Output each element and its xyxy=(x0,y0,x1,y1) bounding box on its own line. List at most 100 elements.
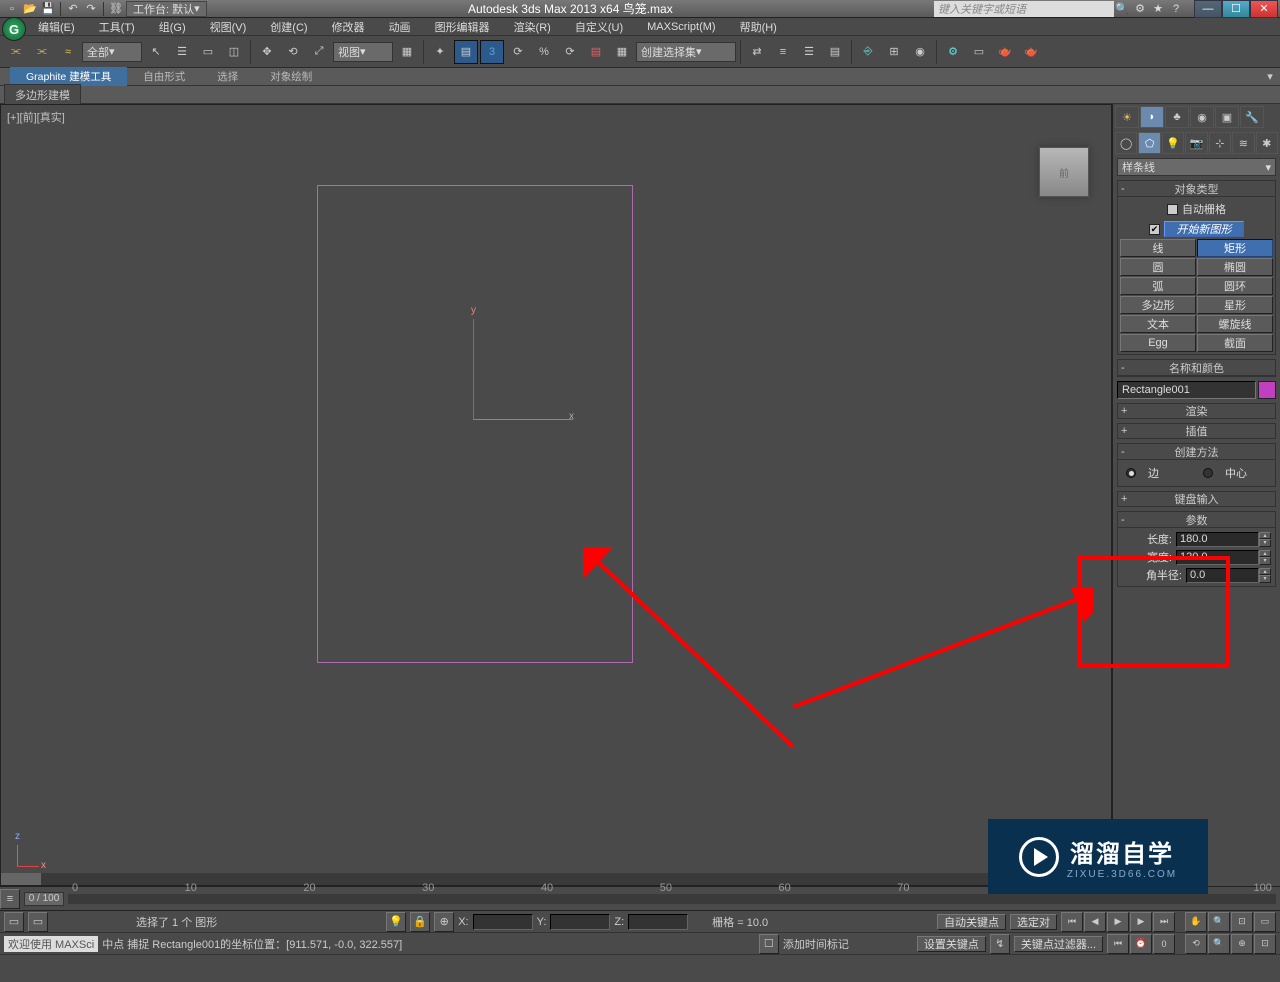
play-icon[interactable]: ▶ xyxy=(1107,912,1129,932)
cat-shapes-icon[interactable]: ⬠ xyxy=(1138,132,1160,154)
snap-toggle-icon[interactable]: 3 xyxy=(480,40,504,64)
nav-max-toggle-icon[interactable]: ⊡ xyxy=(1254,934,1276,954)
nav-roll-icon[interactable]: ⊕ xyxy=(1231,934,1253,954)
rectangle-shape[interactable] xyxy=(317,185,633,663)
autogrid-checkbox[interactable] xyxy=(1167,204,1178,215)
maximize-button[interactable]: ☐ xyxy=(1222,0,1250,18)
prev-frame-icon[interactable]: ◀ xyxy=(1084,912,1106,932)
render-frame-icon[interactable]: ▭ xyxy=(967,40,991,64)
cp-hierarchy-icon[interactable]: ♣ xyxy=(1165,106,1189,128)
corner-radius-spin-up[interactable]: ▴ xyxy=(1259,568,1271,576)
render-production-icon[interactable]: 🫖 xyxy=(993,40,1017,64)
cat-systems-icon[interactable]: ✱ xyxy=(1256,132,1278,154)
object-name-input[interactable]: Rectangle001 xyxy=(1117,381,1256,399)
menu-customize[interactable]: 自定义(U) xyxy=(565,17,633,37)
prev-key-icon[interactable]: ⏮ xyxy=(1107,934,1129,954)
render-setup-icon[interactable]: ⚙ xyxy=(941,40,965,64)
close-button[interactable]: ✕ xyxy=(1250,0,1278,18)
shape-line-button[interactable]: 线 xyxy=(1120,239,1196,257)
select-object-icon[interactable]: ↖ xyxy=(144,40,168,64)
help-search[interactable]: 键入关键字或短语 xyxy=(934,1,1114,17)
selection-filter-dropdown[interactable]: 全部 ▾ xyxy=(82,42,142,62)
undo-icon[interactable]: ↶ xyxy=(65,1,81,17)
key-filter-button[interactable]: 关键点过滤器... xyxy=(1014,936,1103,952)
select-link-icon[interactable]: ⫘ xyxy=(4,40,28,64)
cat-helpers-icon[interactable]: ⊹ xyxy=(1209,132,1231,154)
shape-helix-button[interactable]: 螺旋线 xyxy=(1197,315,1273,333)
nav-pan-icon[interactable]: ✋ xyxy=(1185,912,1207,932)
shape-text-button[interactable]: 文本 xyxy=(1120,315,1196,333)
cat-spacewarps-icon[interactable]: ≋ xyxy=(1232,132,1254,154)
corner-radius-input[interactable]: 0.0 xyxy=(1186,568,1259,583)
help-icon[interactable]: ? xyxy=(1168,1,1184,17)
frame-input-icon[interactable]: 0 xyxy=(1153,934,1175,954)
workspace-dropdown[interactable]: 工作台: 默认 ▾ xyxy=(126,1,207,17)
width-input[interactable]: 120.0 xyxy=(1176,550,1259,565)
length-spin-up[interactable]: ▴ xyxy=(1259,532,1271,540)
category-dropdown[interactable]: 样条线▾ xyxy=(1117,158,1276,176)
viewport-label[interactable]: [+][前][真实] xyxy=(7,109,65,125)
new-icon[interactable]: ▫ xyxy=(4,1,20,17)
menu-help[interactable]: 帮助(H) xyxy=(730,17,787,37)
lock-selection-icon[interactable]: 🔒 xyxy=(410,912,430,932)
ribbon-tab-freeform[interactable]: 自由形式 xyxy=(127,67,201,86)
cp-utilities-icon[interactable]: 🔧 xyxy=(1240,106,1264,128)
align-icon[interactable]: ≡ xyxy=(771,40,795,64)
viewcube[interactable]: 前 xyxy=(1039,147,1089,197)
menu-modifiers[interactable]: 修改器 xyxy=(322,17,375,37)
shape-arc-button[interactable]: 弧 xyxy=(1120,277,1196,295)
named-selection-dropdown[interactable]: 创建选择集 ▾ xyxy=(636,42,736,62)
bind-spacewarp-icon[interactable]: ≈ xyxy=(56,40,80,64)
viewport[interactable]: [+][前][真实] y x z x 前 xyxy=(0,104,1112,886)
length-spin-down[interactable]: ▾ xyxy=(1259,539,1271,547)
menu-edit[interactable]: 编辑(E) xyxy=(28,17,85,37)
link-icon[interactable]: ⛓ xyxy=(108,1,124,17)
listener-icon[interactable]: ▭ xyxy=(28,912,48,932)
rollup-creation-method-header[interactable]: -创建方法 xyxy=(1118,444,1275,460)
menu-rendering[interactable]: 渲染(R) xyxy=(504,17,561,37)
cat-geometry-icon[interactable]: ◯ xyxy=(1115,132,1137,154)
key-mode-icon[interactable]: ↯ xyxy=(990,934,1010,954)
material-editor-icon[interactable]: ◉ xyxy=(908,40,932,64)
menu-group[interactable]: 组(G) xyxy=(149,17,196,37)
start-new-shape-checkbox[interactable]: ✔ xyxy=(1149,224,1160,235)
community-icon[interactable]: ⚙ xyxy=(1132,1,1148,17)
schematic-view-icon[interactable]: ⊞ xyxy=(882,40,906,64)
rollup-keyboard-entry[interactable]: +键盘输入 xyxy=(1117,491,1276,507)
lock-icon[interactable]: 💡 xyxy=(386,912,406,932)
select-window-crossing-icon[interactable]: ◫ xyxy=(222,40,246,64)
curve-editor-icon[interactable]: ⎆ xyxy=(856,40,880,64)
minimize-button[interactable]: — xyxy=(1194,0,1222,18)
shape-section-button[interactable]: 截面 xyxy=(1197,334,1273,352)
width-spin-up[interactable]: ▴ xyxy=(1259,550,1271,558)
shape-ellipse-button[interactable]: 椭圆 xyxy=(1197,258,1273,276)
auto-key-button[interactable]: 自动关键点 xyxy=(937,914,1006,930)
cp-display-icon[interactable]: ▣ xyxy=(1215,106,1239,128)
x-input[interactable] xyxy=(473,914,533,930)
cat-cameras-icon[interactable]: 📷 xyxy=(1185,132,1207,154)
y-input[interactable] xyxy=(550,914,610,930)
ribbon-tab-objectpaint[interactable]: 对象绘制 xyxy=(254,67,328,86)
frame-indicator[interactable]: 0 / 100 xyxy=(24,892,64,906)
select-region-rect-icon[interactable]: ▭ xyxy=(196,40,220,64)
scale-icon[interactable]: ⤢ xyxy=(307,40,331,64)
time-tag-icon[interactable]: ☐ xyxy=(759,934,779,954)
nav-fov-icon[interactable]: ▭ xyxy=(1254,912,1276,932)
cp-modify-icon[interactable]: ◗ xyxy=(1140,106,1164,128)
open-icon[interactable]: 📂 xyxy=(22,1,38,17)
shape-rectangle-button[interactable]: 矩形 xyxy=(1197,239,1273,257)
nav-dolly-icon[interactable]: 🔍 xyxy=(1208,934,1230,954)
goto-end-icon[interactable]: ⏭ xyxy=(1153,912,1175,932)
z-input[interactable] xyxy=(628,914,688,930)
search-icon[interactable]: 🔍 xyxy=(1114,1,1130,17)
unlink-icon[interactable]: ⫘ xyxy=(30,40,54,64)
mirror-icon[interactable]: ⇄ xyxy=(745,40,769,64)
move-icon[interactable]: ✥ xyxy=(255,40,279,64)
ribbon-minimize-icon[interactable]: ▾ xyxy=(1260,65,1280,89)
object-color-swatch[interactable] xyxy=(1258,381,1276,399)
keyboard-shortcut-icon[interactable]: ▤ xyxy=(454,40,478,64)
angle-snap-icon[interactable]: ⟳ xyxy=(506,40,530,64)
next-frame-icon[interactable]: ▶ xyxy=(1130,912,1152,932)
radio-edge[interactable] xyxy=(1126,468,1136,478)
menu-create[interactable]: 创建(C) xyxy=(260,17,317,37)
